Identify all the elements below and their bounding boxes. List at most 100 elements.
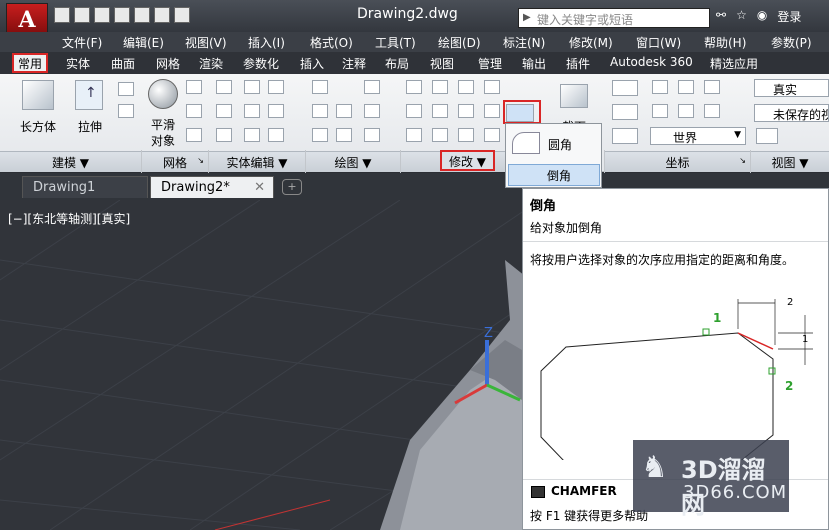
ellipse-icon[interactable] [364, 128, 380, 142]
tab-layout[interactable]: 布局 [385, 55, 409, 72]
arc-icon[interactable] [364, 80, 380, 94]
polygon-icon[interactable] [312, 128, 328, 142]
scale-icon[interactable] [406, 104, 422, 118]
redo-icon[interactable] [174, 7, 190, 23]
visual-style-dropdown[interactable]: 真实 [754, 79, 829, 97]
explode-icon[interactable] [484, 128, 500, 142]
solid-edit-icon-2[interactable] [244, 104, 260, 118]
subtract-icon[interactable] [216, 104, 232, 118]
tab-solid[interactable]: 实体 [66, 55, 90, 72]
intersect-icon[interactable] [216, 128, 232, 142]
spline-icon[interactable] [312, 104, 328, 118]
union-icon[interactable] [216, 80, 232, 94]
ucs-face-icon[interactable] [704, 104, 720, 118]
panel-view-title[interactable]: 视图 ▼ [751, 151, 829, 172]
ucs-3point-icon[interactable] [704, 80, 720, 94]
dialog-launcher-icon[interactable]: ↘ [197, 156, 204, 165]
tab-surface[interactable]: 曲面 [111, 55, 135, 72]
menu-file[interactable]: 文件(F) [62, 32, 102, 52]
binoculars-icon[interactable]: ⚯ [716, 8, 726, 25]
ucs-x-icon[interactable] [612, 104, 638, 120]
3d-move-icon[interactable] [458, 80, 474, 94]
user-icon[interactable]: ◉ [757, 8, 767, 25]
save-icon[interactable] [94, 7, 110, 23]
tab-featured-apps[interactable]: 精选应用 [710, 55, 758, 72]
tab-insert[interactable]: 插入 [300, 55, 324, 72]
print-icon[interactable] [134, 7, 150, 23]
modify-panel-highlight[interactable]: 修改 ▼ [440, 150, 495, 171]
menu-tools[interactable]: 工具(T) [375, 32, 416, 52]
tab-render[interactable]: 渲染 [199, 55, 223, 72]
menu-parameters[interactable]: 参数(P) [771, 32, 812, 52]
polyline-icon[interactable] [312, 80, 328, 94]
array-icon[interactable] [406, 128, 422, 142]
presspull-icon[interactable] [118, 104, 134, 118]
doc-tab-drawing2[interactable]: Drawing2* ✕ [150, 176, 274, 198]
solid-edit-icon-5[interactable] [268, 104, 284, 118]
ucs-view-icon[interactable] [652, 104, 668, 118]
solid-edit-icon-3[interactable] [244, 128, 260, 142]
box-icon[interactable] [22, 80, 54, 110]
menu-dimension[interactable]: 标注(N) [503, 32, 545, 52]
smooth-object-icon[interactable] [148, 79, 178, 109]
panel-coordinates-title[interactable]: 坐标 ↘ [605, 151, 750, 172]
rotate-icon[interactable] [432, 80, 448, 94]
close-icon[interactable]: ✕ [254, 180, 265, 195]
trim-icon[interactable] [484, 80, 500, 94]
viewport-config-icon[interactable] [756, 128, 778, 144]
solid-edit-icon-6[interactable] [268, 128, 284, 142]
menu-view[interactable]: 视图(V) [185, 32, 227, 52]
viewport-label[interactable]: [−][东北等轴测][真实] [8, 210, 130, 227]
login-button[interactable]: 登录 [777, 8, 801, 25]
solid-edit-icon-1[interactable] [244, 80, 260, 94]
mesh-crease-icon[interactable] [186, 128, 202, 142]
tab-annotate[interactable]: 注释 [342, 55, 366, 72]
mirror-icon[interactable] [458, 104, 474, 118]
named-view-dropdown[interactable]: 未保存的视 [754, 104, 829, 122]
3d-rotate-icon[interactable] [432, 104, 448, 118]
tab-view[interactable]: 视图 [430, 55, 454, 72]
panel-mesh-title[interactable]: 网格 ↘ [142, 151, 208, 172]
fillet-button-highlight[interactable] [503, 100, 541, 124]
panel-modeling-title[interactable]: 建模 ▼ [0, 151, 141, 172]
tab-autodesk-360[interactable]: Autodesk 360 [610, 55, 693, 69]
dropdown-item-chamfer[interactable]: 倒角 [508, 164, 600, 186]
tab-home[interactable]: 常用 [12, 53, 49, 73]
solid-edit-icon-4[interactable] [268, 80, 284, 94]
doc-tab-drawing1[interactable]: Drawing1 [22, 176, 148, 198]
tab-mesh[interactable]: 网格 [156, 55, 180, 72]
ucs-origin-icon[interactable] [652, 80, 668, 94]
rectangle-icon[interactable] [336, 128, 352, 142]
ucs-object-icon[interactable] [678, 104, 694, 118]
new-icon[interactable] [54, 7, 70, 23]
menu-help[interactable]: 帮助(H) [704, 32, 746, 52]
ucs-named-icon[interactable] [612, 128, 638, 144]
panel-draw-title[interactable]: 绘图 ▼ [306, 151, 400, 172]
3d-align-icon[interactable] [432, 128, 448, 142]
offset-icon[interactable] [458, 128, 474, 142]
tab-parametric[interactable]: 参数化 [243, 55, 279, 72]
new-tab-icon[interactable]: + [282, 179, 302, 195]
dialog-launcher-icon[interactable]: ↘ [739, 156, 746, 165]
panel-solid-edit-title[interactable]: 实体编辑 ▼ [209, 151, 305, 172]
move-icon[interactable] [406, 80, 422, 94]
tab-plugins[interactable]: 插件 [566, 55, 590, 72]
menu-edit[interactable]: 编辑(E) [123, 32, 164, 52]
mesh-remove-icon[interactable] [186, 104, 202, 118]
dropdown-item-fillet[interactable]: 圆角 [508, 128, 600, 160]
ucs-z-icon[interactable] [678, 80, 694, 94]
polysolid-icon[interactable] [118, 82, 134, 96]
tab-manage[interactable]: 管理 [478, 55, 502, 72]
menu-modify[interactable]: 修改(M) [569, 32, 613, 52]
tab-output[interactable]: 输出 [522, 55, 546, 72]
menu-insert[interactable]: 插入(I) [248, 32, 285, 52]
extrude-icon[interactable]: ↑ [75, 80, 103, 110]
star-icon[interactable]: ☆ [736, 8, 747, 25]
extend-icon[interactable] [484, 104, 500, 118]
ucs-icon[interactable] [612, 80, 638, 96]
ucs-world-dropdown[interactable]: 世界 ▼ [650, 127, 746, 145]
circle-icon[interactable] [364, 104, 380, 118]
section-plane-icon[interactable] [560, 84, 588, 108]
menu-draw[interactable]: 绘图(D) [438, 32, 481, 52]
search-input[interactable]: ▶ 键入关键字或短语 [518, 8, 710, 28]
